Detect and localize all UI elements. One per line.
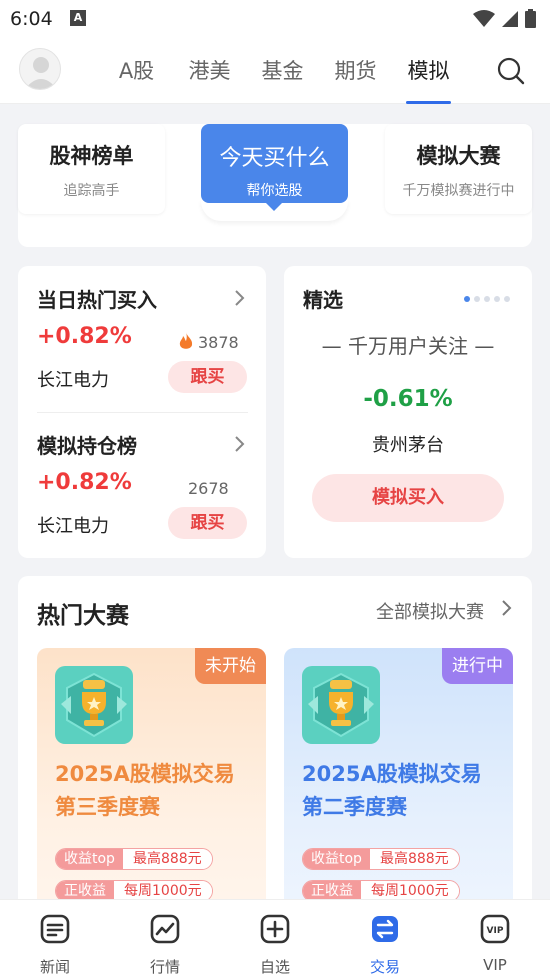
position-rank-stock[interactable]: 长江电力 <box>37 512 109 538</box>
prize-tag-value: 最高888元 <box>122 849 212 869</box>
search-icon[interactable] <box>496 56 526 86</box>
all-contests-link[interactable]: 全部模拟大赛 <box>376 598 484 624</box>
user-avatar-icon <box>25 57 57 89</box>
nav-label: 新闻 <box>39 958 70 976</box>
hot-buy-card: 当日热门买入 +0.82% 3878 长江电力 跟买 模拟持仓榜 +0.82% … <box>18 266 266 558</box>
featured-title: 精选 <box>303 288 343 312</box>
tab-futures[interactable]: 期货 <box>319 40 392 104</box>
signal-icon <box>502 10 518 27</box>
nav-trade[interactable]: 交易 <box>330 900 440 979</box>
prize-tag-value: 每周1000元 <box>114 881 212 901</box>
hot-buy-change: +0.82% <box>37 324 132 349</box>
fire-icon <box>179 332 193 349</box>
battery-icon <box>525 9 536 28</box>
tab-simulation[interactable]: 模拟 <box>392 40 465 104</box>
hot-contests-card: 热门大赛 全部模拟大赛 未开始 2025A股模拟交易 第三季度赛 收益top 最… <box>18 576 532 916</box>
tab-a-shares[interactable]: A股 <box>100 40 173 104</box>
featured-stock[interactable]: 贵州茅台 <box>284 431 532 457</box>
top-nav: A股 港美 基金 期货 模拟 <box>0 40 550 104</box>
position-rank-count: 2678 <box>188 479 229 498</box>
carousel-dot <box>504 296 510 302</box>
contest-name: 2025A股模拟交易 第二季度赛 <box>302 758 482 824</box>
status-time: 6:04 <box>10 8 53 30</box>
carousel-dots <box>464 296 510 302</box>
carousel-dot <box>474 296 480 302</box>
status-bar: 6:04 A <box>0 0 550 40</box>
trophy-icon <box>55 666 133 744</box>
trade-icon <box>372 916 398 942</box>
nav-vip[interactable]: VIP VIP <box>440 900 550 979</box>
vip-icon: VIP <box>480 914 510 944</box>
tab-funds[interactable]: 基金 <box>246 40 319 104</box>
tab-hk-us[interactable]: 港美 <box>173 40 246 104</box>
contest-name: 2025A股模拟交易 第三季度赛 <box>55 758 235 824</box>
nav-label: 自选 <box>259 958 290 976</box>
segment-title: 股神榜单 <box>49 144 134 168</box>
bottom-nav: 新闻 行情 自选 交易 VIP VIP <box>0 899 550 979</box>
divider <box>37 412 248 413</box>
prize-tag-key: 正收益 <box>303 881 361 901</box>
nav-market[interactable]: 行情 <box>110 900 220 979</box>
contest-status-badge: 未开始 <box>195 648 266 684</box>
carousel-dot <box>494 296 500 302</box>
prize-tag-value: 最高888元 <box>369 849 459 869</box>
what-to-buy-today-button[interactable]: 今天买什么 帮你选股 <box>201 124 348 211</box>
chevron-right-icon[interactable] <box>500 600 514 616</box>
chevron-right-icon[interactable] <box>231 290 247 306</box>
position-rank-change: +0.82% <box>37 470 132 495</box>
segment-subtitle: 帮你选股 <box>246 183 303 199</box>
hot-buy-stock[interactable]: 长江电力 <box>37 366 109 392</box>
carousel-dot <box>464 296 470 302</box>
wifi-icon <box>473 9 495 27</box>
nav-news[interactable]: 新闻 <box>0 900 110 979</box>
contest-name-line1: 2025A股模拟交易 <box>302 762 482 786</box>
market-icon <box>150 914 180 944</box>
prize-tag-key: 正收益 <box>56 881 114 901</box>
contest-name-line2: 第三季度赛 <box>55 795 160 819</box>
contest-name-line1: 2025A股模拟交易 <box>55 762 235 786</box>
svg-text:VIP: VIP <box>487 926 504 936</box>
segment-subtitle: 千万模拟赛进行中 <box>402 183 515 199</box>
hot-buy-count: 3878 <box>198 333 239 352</box>
segment-title: 今天买什么 <box>219 146 330 171</box>
contest-name-line2: 第二季度赛 <box>302 795 407 819</box>
market-tabs: A股 港美 基金 期货 模拟 <box>100 40 465 104</box>
system-icons <box>473 9 536 28</box>
hot-buy-title[interactable]: 当日热门买入 <box>37 284 157 313</box>
carousel-dot <box>484 296 490 302</box>
prize-tag: 收益top 最高888元 <box>302 848 460 870</box>
trophy-icon <box>302 666 380 744</box>
prize-tag-value: 每周1000元 <box>361 881 459 901</box>
position-rank-follow-button[interactable]: 跟买 <box>168 507 247 539</box>
nav-label: 行情 <box>149 958 180 976</box>
segment-title: 模拟大赛 <box>416 144 501 168</box>
prize-tag: 收益top 最高888元 <box>55 848 213 870</box>
nav-label: VIP <box>483 956 507 974</box>
feature-entry-card: 股神榜单 追踪高手 今天买什么 帮你选股 模拟大赛 千万模拟赛进行中 <box>18 124 532 247</box>
avatar[interactable] <box>19 48 61 90</box>
contests-title: 热门大赛 <box>37 603 129 629</box>
stock-god-ranking-button[interactable]: 股神榜单 追踪高手 <box>18 124 165 214</box>
news-icon <box>40 914 70 944</box>
watchlist-icon <box>260 914 290 944</box>
featured-subtitle: — 千万用户关注 — <box>321 334 495 358</box>
nav-label: 交易 <box>369 958 400 976</box>
segment-subtitle: 追踪高手 <box>63 183 120 199</box>
chevron-right-icon[interactable] <box>231 436 247 452</box>
hot-buy-follow-button[interactable]: 跟买 <box>168 361 247 393</box>
featured-card: 精选 — 千万用户关注 — -0.61% 贵州茅台 模拟买入 <box>284 266 532 558</box>
position-rank-title[interactable]: 模拟持仓榜 <box>37 430 137 459</box>
simulation-contest-button[interactable]: 模拟大赛 千万模拟赛进行中 <box>385 124 532 214</box>
nav-watchlist[interactable]: 自选 <box>220 900 330 979</box>
contest-card[interactable]: 未开始 2025A股模拟交易 第三季度赛 收益top 最高888元 正收益 每周… <box>37 648 266 916</box>
simulate-buy-button[interactable]: 模拟买入 <box>312 474 504 522</box>
contest-status-badge: 进行中 <box>442 648 513 684</box>
featured-change: -0.61% <box>363 386 453 412</box>
notification-a-icon: A <box>70 10 86 26</box>
contest-card[interactable]: 进行中 2025A股模拟交易 第二季度赛 收益top 最高888元 正收益 每周… <box>284 648 513 916</box>
prize-tag-key: 收益top <box>303 849 370 869</box>
prize-tag-key: 收益top <box>56 849 123 869</box>
